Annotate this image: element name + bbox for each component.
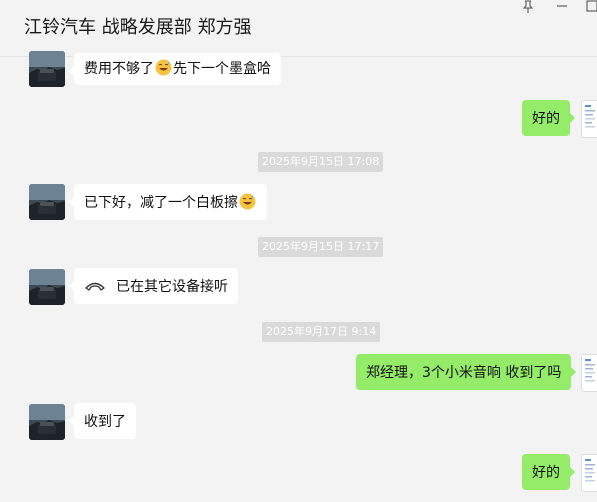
chat-header: 江铃汽车 战略发展部 郑方强: [0, 0, 597, 57]
self-avatar[interactable]: [581, 354, 597, 392]
message-bubble[interactable]: 收到了: [69, 403, 136, 439]
minimize-icon[interactable]: [556, 0, 568, 17]
message-bubble-self[interactable]: 好的: [522, 100, 575, 136]
message-text: 费用不够了: [84, 61, 154, 77]
chat-title: 江铃汽车 战略发展部 郑方强: [24, 17, 252, 38]
maximize-icon[interactable]: [586, 0, 597, 17]
pin-icon[interactable]: [522, 0, 534, 19]
timestamp: 2025年9月17日 9:14: [262, 322, 381, 342]
message-bubble[interactable]: 费用不够了 先下一个墨盒哈: [69, 53, 281, 85]
message-text: 先下一个墨盒哈: [173, 61, 271, 77]
message-text: 好的: [532, 111, 560, 127]
contact-avatar[interactable]: [29, 269, 65, 305]
contact-avatar[interactable]: [29, 404, 65, 440]
message-bubble-self[interactable]: 郑经理，3个小米音响 收到了吗: [356, 354, 577, 390]
contact-avatar[interactable]: [29, 51, 65, 87]
message-bubble-self[interactable]: 好的: [522, 454, 575, 490]
timestamp: 2025年9月15日 17:08: [258, 152, 384, 172]
message-text: 收到了: [84, 414, 126, 430]
grin-sweat-emoji-icon: [239, 193, 256, 210]
message-text: 郑经理，3个小米音响 收到了吗: [366, 365, 562, 381]
message-bubble[interactable]: 已下好，减了一个白板擦: [69, 184, 267, 220]
grin-sweat-emoji-icon: [155, 59, 172, 76]
contact-avatar[interactable]: [29, 184, 65, 220]
message-text: 已在其它设备接听: [116, 279, 228, 295]
timestamp: 2025年9月15日 17:17: [258, 237, 384, 257]
phone-hangup-icon: [84, 279, 106, 293]
call-notice-bubble[interactable]: 已在其它设备接听: [69, 268, 238, 304]
message-text: 好的: [532, 465, 560, 481]
self-avatar[interactable]: [581, 100, 597, 138]
self-avatar[interactable]: [581, 454, 597, 492]
message-text: 已下好，减了一个白板擦: [84, 195, 238, 211]
